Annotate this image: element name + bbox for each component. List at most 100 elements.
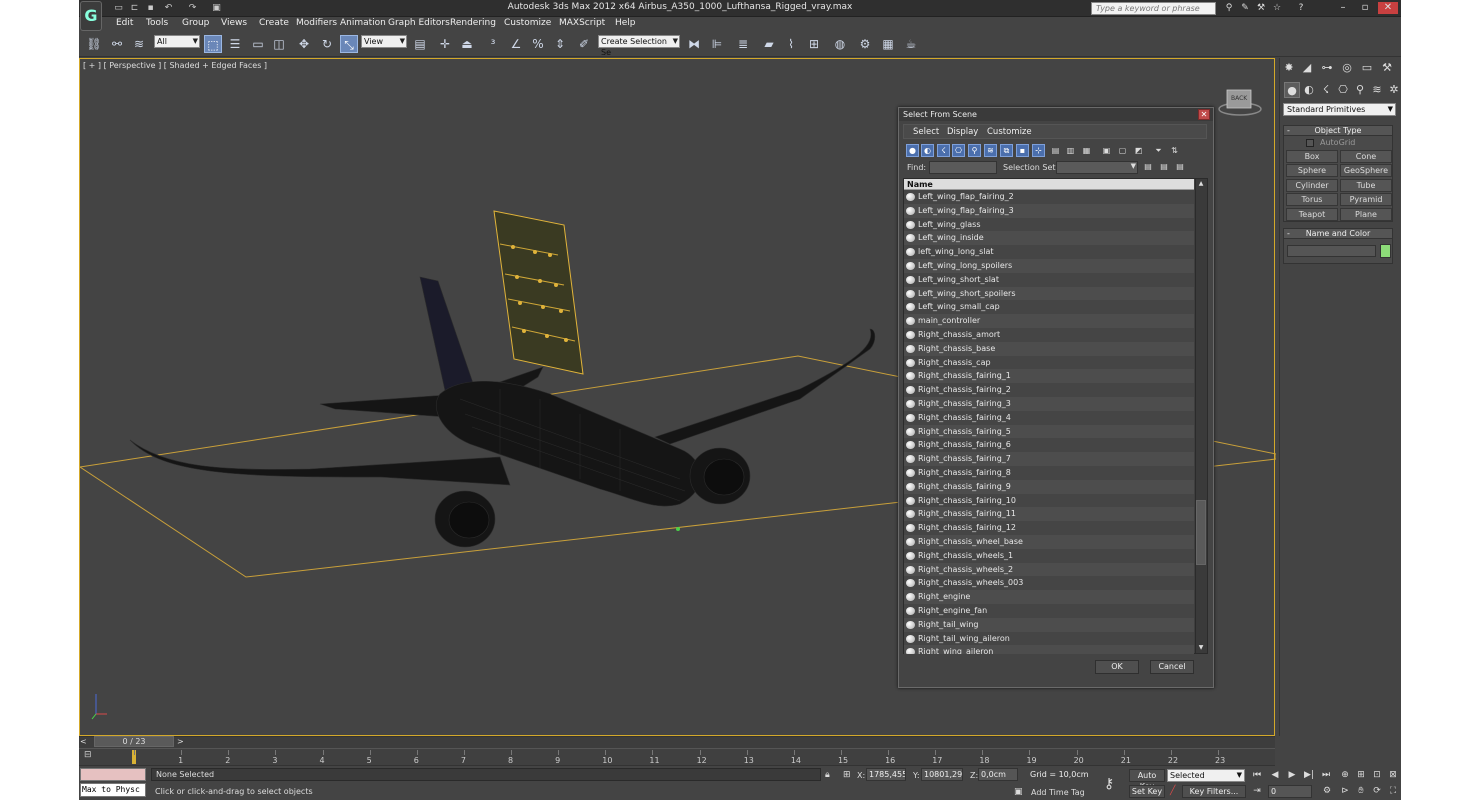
- viewcube[interactable]: BACK: [1217, 86, 1263, 116]
- list-item[interactable]: Left_wing_flap_fairing_3: [904, 203, 1194, 218]
- select-and-rotate-icon[interactable]: ↻: [318, 35, 336, 53]
- next-frame-icon[interactable]: ▶|: [1302, 769, 1316, 781]
- z-coord-field[interactable]: 0,0cm: [978, 768, 1018, 781]
- display-invert-icon[interactable]: ▦: [1080, 144, 1093, 157]
- reference-coordinate-dropdown[interactable]: View ▼: [361, 35, 407, 48]
- select-and-manipulate-icon[interactable]: ✛: [436, 35, 454, 53]
- list-item[interactable]: Left_wing_short_slat: [904, 272, 1194, 287]
- render-production-icon[interactable]: ☕: [902, 35, 920, 53]
- box-button[interactable]: Box: [1286, 150, 1338, 163]
- time-slider-track[interactable]: [79, 736, 1275, 748]
- display-lights-icon[interactable]: ☇: [937, 144, 950, 157]
- utilities-tab-icon[interactable]: ⚒: [1379, 60, 1395, 76]
- sphere-button[interactable]: Sphere: [1286, 164, 1338, 177]
- menu-create[interactable]: Create: [259, 18, 289, 28]
- menu-group[interactable]: Group: [182, 18, 209, 28]
- name-color-rollout-header[interactable]: - Name and Color: [1283, 228, 1393, 239]
- app-logo-button[interactable]: G: [80, 1, 102, 31]
- menu-customize[interactable]: Customize: [504, 18, 551, 28]
- create-tab-icon[interactable]: ✸: [1281, 60, 1297, 76]
- remove-from-set-icon[interactable]: ▤: [1174, 162, 1186, 174]
- geometry-category-icon[interactable]: ●: [1284, 82, 1300, 98]
- mini-curve-editor-icon[interactable]: ⊟: [84, 750, 102, 762]
- menu-rendering[interactable]: Rendering: [450, 18, 496, 28]
- autogrid-checkbox[interactable]: [1306, 139, 1314, 147]
- list-item[interactable]: Right_chassis_fairing_12: [904, 521, 1194, 535]
- select-and-move-icon[interactable]: ✥: [295, 35, 313, 53]
- maximize-button[interactable]: ▫: [1355, 2, 1375, 14]
- geosphere-button[interactable]: GeoSphere: [1340, 164, 1392, 177]
- object-type-rollout-header[interactable]: - Object Type: [1283, 125, 1393, 136]
- list-item[interactable]: Right_tail_wing_aileron: [904, 631, 1194, 646]
- minimize-button[interactable]: –: [1333, 2, 1353, 14]
- snaps-toggle-icon[interactable]: ³: [484, 35, 502, 53]
- help-icon[interactable]: ?: [1294, 2, 1308, 14]
- project-folder-icon[interactable]: ▣: [210, 2, 223, 14]
- time-configuration-icon[interactable]: ⚙: [1320, 785, 1334, 797]
- list-item[interactable]: Right_chassis_wheels_003: [904, 576, 1194, 591]
- cone-button[interactable]: Cone: [1340, 150, 1392, 163]
- rendered-frame-window-icon[interactable]: ▦: [879, 35, 897, 53]
- material-editor-icon[interactable]: ◍: [831, 35, 849, 53]
- communication-icon[interactable]: ⚒: [1254, 2, 1268, 14]
- percent-snap-icon[interactable]: %: [529, 35, 547, 53]
- menu-modifiers[interactable]: Modifiers: [296, 18, 337, 28]
- zoom-icon[interactable]: ⊕: [1338, 769, 1352, 781]
- layer-manager-icon[interactable]: ≣: [734, 35, 752, 53]
- list-item[interactable]: Right_chassis_fairing_8: [904, 465, 1194, 480]
- undo-icon[interactable]: ↶: [162, 2, 175, 14]
- angle-snap-icon[interactable]: ∠: [507, 35, 525, 53]
- bind-to-space-warp-icon[interactable]: ≋: [130, 35, 148, 53]
- y-coord-field[interactable]: 10801,297: [921, 768, 963, 781]
- default-in-out-tangents-icon[interactable]: ╱: [1170, 786, 1175, 796]
- list-item[interactable]: Right_chassis_fairing_7: [904, 452, 1194, 466]
- maxscript-mini-listener[interactable]: Max to Physc: [80, 783, 146, 797]
- menu-views[interactable]: Views: [221, 18, 247, 28]
- zoom-all-icon[interactable]: ⊞: [1354, 769, 1368, 781]
- viewport-label-menu[interactable]: [ + ] [ Perspective ] [ Shaded + Edged F…: [83, 61, 267, 70]
- scroll-up-arrow-icon[interactable]: ▲: [1197, 180, 1205, 187]
- align-icon[interactable]: ⊫: [708, 35, 726, 53]
- tube-button[interactable]: Tube: [1340, 179, 1392, 192]
- list-item[interactable]: Right_chassis_fairing_6: [904, 438, 1194, 453]
- ok-button[interactable]: OK: [1095, 660, 1139, 674]
- zoom-extents-icon[interactable]: ⊡: [1370, 769, 1384, 781]
- pivot-center-icon[interactable]: ▤: [411, 35, 429, 53]
- menu-tools[interactable]: Tools: [146, 18, 168, 28]
- selection-lock-icon[interactable]: 🔒︎: [825, 770, 830, 780]
- binoculars-icon[interactable]: ⚲: [1222, 2, 1236, 14]
- curve-editor-icon[interactable]: ⌇: [782, 35, 800, 53]
- list-scroll-thumb[interactable]: [1196, 500, 1206, 565]
- add-time-tag[interactable]: Add Time Tag: [1031, 788, 1085, 797]
- select-object-icon[interactable]: ⬚: [204, 35, 222, 53]
- display-shapes-icon[interactable]: ◐: [921, 144, 934, 157]
- time-slider-prev-icon[interactable]: <: [80, 737, 87, 746]
- list-column-header-name[interactable]: Name: [904, 179, 1194, 190]
- object-color-swatch[interactable]: [1380, 244, 1391, 258]
- new-file-icon[interactable]: ▭: [112, 2, 125, 14]
- select-by-name-icon[interactable]: ☰: [226, 35, 244, 53]
- plane-button[interactable]: Plane: [1340, 208, 1392, 221]
- auto-key-button[interactable]: Auto Key: [1129, 769, 1165, 791]
- unlink-selection-icon[interactable]: ⚯: [108, 35, 126, 53]
- list-item[interactable]: Left_wing_long_spoilers: [904, 258, 1194, 273]
- list-item[interactable]: Left_wing_inside: [904, 231, 1194, 246]
- keyboard-shortcut-override-icon[interactable]: ⏏: [458, 35, 476, 53]
- dialog-menu-select[interactable]: Select: [913, 127, 939, 137]
- cylinder-button[interactable]: Cylinder: [1286, 179, 1338, 192]
- systems-category-icon[interactable]: ✲: [1386, 82, 1402, 98]
- dialog-menu-customize[interactable]: Customize: [987, 127, 1032, 137]
- torus-button[interactable]: Torus: [1286, 193, 1338, 206]
- list-item[interactable]: Right_chassis_cap: [904, 355, 1194, 370]
- display-xrefs-icon[interactable]: ▪: [1016, 144, 1029, 157]
- sync-selection-icon[interactable]: ⇅: [1168, 144, 1181, 157]
- object-name-input[interactable]: [1287, 245, 1376, 257]
- menu-maxscript[interactable]: MAXScript: [559, 18, 605, 28]
- orbit-icon[interactable]: ⟳: [1370, 785, 1384, 797]
- cameras-category-icon[interactable]: ⎔: [1335, 82, 1351, 98]
- current-frame-field[interactable]: 0: [1268, 785, 1312, 798]
- list-item[interactable]: Left_wing_small_cap: [904, 300, 1194, 315]
- list-item[interactable]: Right_chassis_fairing_10: [904, 493, 1194, 508]
- scroll-down-arrow-icon[interactable]: ▼: [1197, 644, 1205, 651]
- helpers-category-icon[interactable]: ⚲: [1352, 82, 1368, 98]
